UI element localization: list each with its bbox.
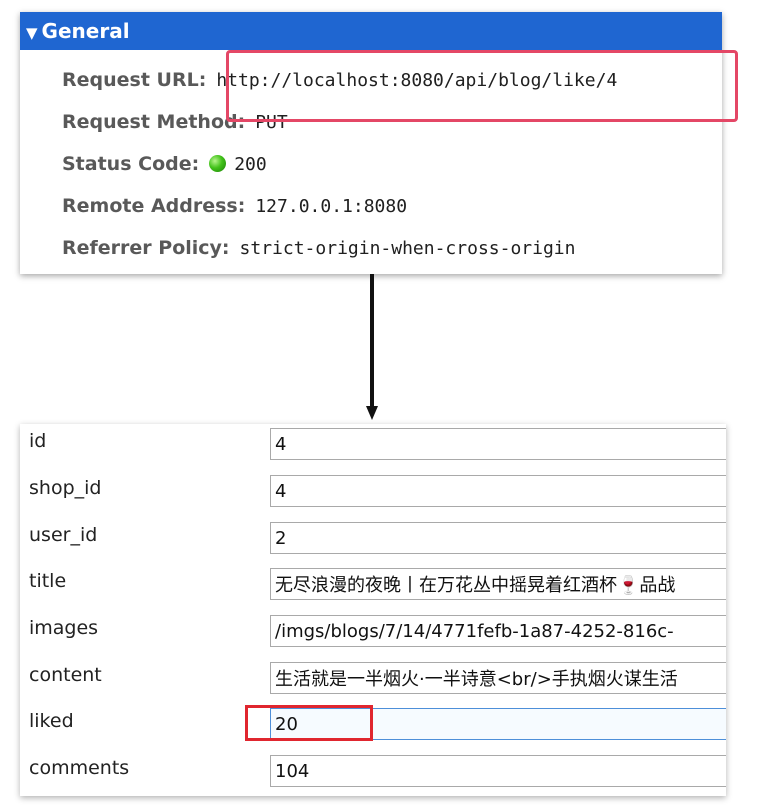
field-label-content: content (29, 664, 102, 686)
status-code-value: 200 (234, 154, 267, 175)
field-label-id: id (29, 430, 47, 452)
field-row-content: content (20, 660, 726, 706)
referrer-policy-row: Referrer Policy: strict-origin-when-cross… (62, 233, 575, 263)
request-method-label: Request Method: (62, 111, 246, 133)
field-label-user-id: user_id (29, 524, 98, 546)
referrer-policy-label: Referrer Policy: (62, 237, 230, 259)
field-row-title: title (20, 566, 726, 612)
flow-arrow-line (370, 274, 374, 408)
field-label-shop-id: shop_id (29, 477, 102, 499)
field-input-content[interactable] (270, 662, 726, 694)
status-code-label: Status Code: (62, 153, 200, 175)
field-input-user-id[interactable] (270, 522, 726, 554)
remote-address-label: Remote Address: (62, 195, 246, 217)
field-input-id[interactable] (270, 428, 726, 460)
field-label-liked: liked (29, 710, 74, 732)
field-row-liked: liked (20, 706, 726, 752)
remote-address-row: Remote Address: 127.0.0.1:8080 (62, 191, 407, 221)
request-url-label: Request URL: (62, 69, 207, 91)
request-url-highlight (226, 50, 738, 122)
field-input-comments[interactable] (270, 755, 726, 787)
field-row-shop-id: shop_id (20, 473, 726, 519)
field-label-images: images (29, 617, 99, 639)
field-input-title[interactable] (270, 568, 726, 600)
status-ok-icon (209, 155, 227, 172)
field-label-comments: comments (29, 757, 130, 779)
liked-field-highlight (245, 705, 373, 741)
referrer-policy-value: strict-origin-when-cross-origin (239, 238, 576, 259)
arrow-down-icon (366, 406, 378, 420)
general-title: General (41, 19, 130, 43)
record-form: id shop_id user_id title images content … (20, 424, 726, 796)
general-panel: ▼ General Request URL: http://localhost:80… (20, 12, 738, 274)
general-section-toggle[interactable]: ▼ General (20, 12, 722, 50)
field-row-user-id: user_id (20, 520, 726, 566)
expand-triangle-icon: ▼ (26, 24, 38, 42)
field-label-title: title (29, 570, 67, 592)
field-row-id: id (20, 426, 726, 472)
field-input-images[interactable] (270, 615, 726, 647)
field-row-images: images (20, 613, 726, 659)
remote-address-value: 127.0.0.1:8080 (255, 196, 408, 217)
field-input-shop-id[interactable] (270, 475, 726, 507)
status-code-row: Status Code: 200 (62, 149, 267, 179)
field-row-comments: comments (20, 753, 726, 796)
